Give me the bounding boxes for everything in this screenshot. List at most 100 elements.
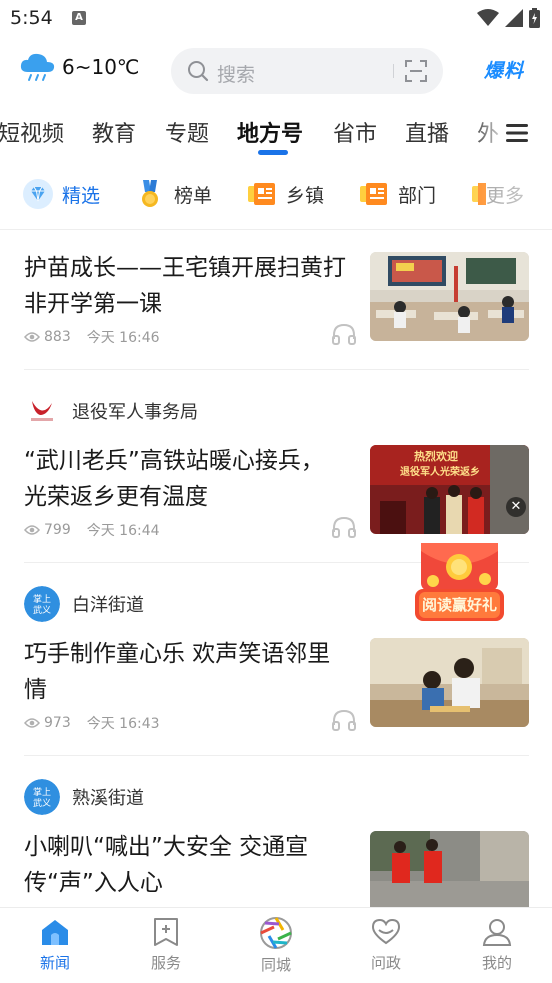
nav-profile[interactable]: 我的 bbox=[457, 916, 537, 973]
article-title: 护苗成长——王宅镇开展扫黄打 非开学第一课 bbox=[24, 255, 346, 317]
active-tab-indicator bbox=[258, 150, 288, 155]
search-icon bbox=[188, 61, 209, 82]
subtab-label: 榜单 bbox=[174, 184, 213, 207]
sub-tabs: 精选 榜单 乡镇 部门 更多 bbox=[0, 172, 552, 218]
subtab-label: 更多 bbox=[486, 184, 525, 207]
baoliao-button[interactable]: 爆料 bbox=[484, 56, 524, 83]
temperature-text: 6~10℃ bbox=[62, 55, 140, 79]
news-icon bbox=[472, 183, 486, 205]
weather-widget[interactable]: 6~10℃ bbox=[18, 52, 139, 82]
avatar-text: 武义 bbox=[33, 797, 51, 809]
view-count: 799 bbox=[44, 522, 71, 538]
article-thumbnail bbox=[370, 638, 529, 727]
article-thumbnail bbox=[370, 831, 529, 907]
top-bar: 6~10℃ 搜索 爆料 bbox=[0, 44, 552, 96]
nav-services[interactable]: 服务 bbox=[126, 916, 206, 973]
tab-topics[interactable]: 专题 bbox=[165, 116, 209, 148]
subtab-label: 部门 bbox=[398, 184, 437, 207]
aperture-icon bbox=[260, 917, 292, 949]
battery-icon bbox=[529, 8, 540, 28]
menu-icon[interactable] bbox=[504, 122, 530, 144]
nav-label: 新闻 bbox=[39, 954, 70, 972]
article-title: 巧手制作童心乐 欢声笑语邻里 情 bbox=[24, 641, 331, 703]
thumb-banner-text: 热烈欢迎 bbox=[414, 449, 458, 463]
close-icon[interactable]: ✕ bbox=[506, 497, 526, 517]
medal-icon bbox=[142, 180, 158, 207]
subtab-departments[interactable]: 部门 bbox=[358, 178, 436, 210]
heart-chat-icon bbox=[371, 918, 401, 945]
article-meta: 799 今天 16:44 bbox=[24, 520, 160, 540]
a-square-icon: A bbox=[72, 11, 86, 25]
view-count: 973 bbox=[44, 715, 71, 731]
search-input[interactable]: 搜索 bbox=[171, 48, 443, 94]
source-row[interactable]: 掌上 武义 白洋街道 bbox=[24, 586, 144, 622]
eye-icon bbox=[24, 525, 40, 535]
tab-live[interactable]: 直播 bbox=[405, 116, 449, 148]
headphone-icon[interactable] bbox=[331, 516, 357, 538]
status-icons bbox=[477, 8, 540, 28]
article-title: “武川老兵”高铁站暖心接兵， 光荣返乡更有温度 bbox=[24, 448, 324, 510]
tab-province-city[interactable]: 省市 bbox=[333, 116, 377, 148]
source-row[interactable]: 掌上 武义 熟溪街道 bbox=[24, 779, 144, 815]
avatar-text: 掌上 bbox=[33, 787, 51, 798]
article-thumbnail: 热烈欢迎 退役军人光荣返乡 bbox=[370, 445, 529, 534]
avatar: 掌上 武义 bbox=[24, 586, 60, 622]
nav-local[interactable]: 同城 bbox=[236, 916, 316, 975]
subtab-label: 乡镇 bbox=[286, 184, 325, 207]
home-icon bbox=[42, 920, 68, 945]
article-meta: 973 今天 16:43 bbox=[24, 713, 160, 733]
subtab-towns[interactable]: 乡镇 bbox=[246, 178, 324, 210]
nav-label: 同城 bbox=[260, 956, 291, 974]
divider bbox=[24, 755, 529, 756]
search-placeholder: 搜索 bbox=[217, 64, 256, 86]
bottom-nav: 新闻 服务 同城 问政 我的 bbox=[0, 907, 552, 983]
source-name: 熟溪街道 bbox=[72, 788, 144, 809]
avatar-text: 掌上 bbox=[33, 594, 51, 605]
status-time: 5:54 bbox=[10, 7, 53, 29]
eye-icon bbox=[24, 718, 40, 728]
subtab-featured[interactable]: 精选 bbox=[22, 178, 100, 210]
avatar-text: 武义 bbox=[33, 604, 51, 616]
source-name: 退役军人事务局 bbox=[72, 402, 198, 423]
status-bar: 5:54 A bbox=[0, 0, 552, 38]
divider bbox=[0, 229, 552, 230]
wifi-icon bbox=[477, 9, 499, 26]
float-ad-label: 阅读赢好礼 bbox=[422, 596, 497, 614]
user-icon bbox=[482, 919, 512, 946]
publish-time: 今天 16:43 bbox=[86, 716, 160, 732]
subtab-ranking[interactable]: 榜单 bbox=[134, 178, 212, 210]
tab-short-video[interactable]: 短视频 bbox=[0, 116, 64, 148]
thumb-banner-text: 退役军人光荣返乡 bbox=[400, 465, 480, 478]
avatar: 掌上 武义 bbox=[24, 779, 60, 815]
scan-icon[interactable] bbox=[405, 60, 427, 82]
subtab-more[interactable]: 更多 bbox=[470, 178, 524, 210]
nav-label: 问政 bbox=[370, 954, 401, 972]
article-thumbnail bbox=[370, 252, 529, 341]
diamond-icon bbox=[23, 179, 53, 209]
headphone-icon[interactable] bbox=[331, 709, 357, 731]
tab-education[interactable]: 教育 bbox=[92, 116, 136, 148]
source-row[interactable]: 退役军人事务局 bbox=[24, 393, 198, 429]
publish-time: 今天 16:44 bbox=[86, 523, 160, 539]
cloud-rain-icon bbox=[20, 53, 55, 81]
signal-icon bbox=[505, 9, 523, 27]
article-meta: 883 今天 16:46 bbox=[24, 327, 160, 347]
news-icon bbox=[360, 183, 387, 205]
news-icon bbox=[248, 183, 275, 205]
bookmark-plus-icon bbox=[154, 918, 178, 946]
article-title: 小喇叭“喊出”大安全 交通宣 传“声”入人心 bbox=[24, 834, 309, 896]
headphone-icon[interactable] bbox=[331, 323, 357, 345]
nav-inquiry[interactable]: 问政 bbox=[346, 916, 426, 973]
search-divider bbox=[393, 64, 394, 78]
publish-time: 今天 16:46 bbox=[86, 330, 160, 346]
nav-label: 我的 bbox=[481, 954, 512, 972]
tab-local[interactable]: 地方号 bbox=[237, 116, 303, 148]
read-reward-float-button[interactable]: 阅读赢好礼 bbox=[415, 537, 504, 623]
divider bbox=[24, 369, 529, 370]
view-count: 883 bbox=[44, 329, 71, 345]
nav-label: 服务 bbox=[150, 954, 181, 972]
subtab-label: 精选 bbox=[62, 184, 101, 207]
eye-icon bbox=[24, 332, 40, 342]
nav-news[interactable]: 新闻 bbox=[15, 916, 95, 973]
source-name: 白洋街道 bbox=[72, 595, 144, 616]
